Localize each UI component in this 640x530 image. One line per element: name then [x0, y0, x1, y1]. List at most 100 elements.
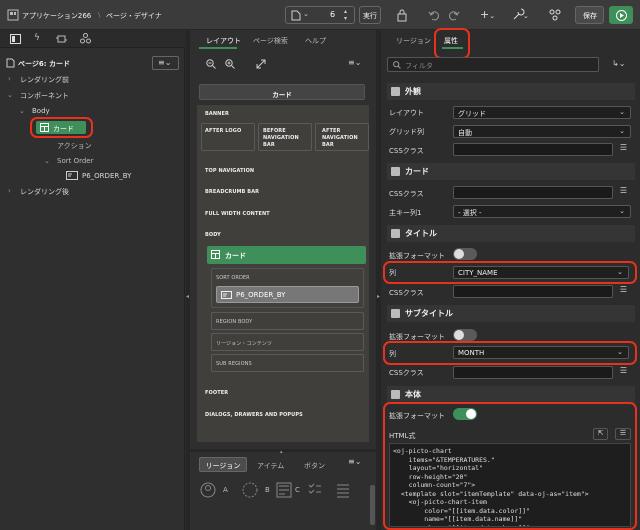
chevron-down-icon[interactable]: ⌄ — [44, 157, 50, 165]
chevron-down-icon[interactable]: ⌄ — [19, 107, 25, 115]
layout-card-region[interactable]: カード — [207, 246, 366, 264]
layout-select[interactable]: グリッド ⌄ — [453, 106, 631, 119]
region-body[interactable]: BODY — [205, 232, 221, 238]
region-full-width[interactable]: FULL WIDTH CONTENT — [205, 211, 270, 217]
tab-help[interactable]: ヘルプ — [305, 36, 326, 46]
tree-node-components[interactable]: コンポーネント — [20, 91, 69, 101]
go-to-group-icon[interactable]: ↳⌄ — [612, 59, 625, 68]
processing-icon[interactable] — [56, 34, 67, 44]
grid-columns-select[interactable]: 自動 ⌄ — [453, 125, 631, 138]
list-picker-icon[interactable]: ☰ — [616, 143, 631, 156]
region-breadcrumb[interactable]: BREADCRUMB BAR — [205, 189, 259, 195]
save-button[interactable]: 保存 — [575, 6, 604, 24]
gallery-checklist-icon[interactable] — [308, 482, 322, 498]
gallery-menu-button[interactable]: ≡⌄ — [342, 456, 369, 470]
order-by-item[interactable]: P6_ORDER_BY — [216, 286, 359, 303]
collapse-left-icon[interactable]: ◂ — [186, 293, 189, 300]
tree-node-order-by[interactable]: P6_ORDER_BY — [82, 172, 131, 180]
region-top-nav[interactable]: TOP NAVIGATION — [205, 168, 254, 174]
zoom-out-icon[interactable] — [206, 59, 216, 69]
tree-node-action[interactable]: アクション — [57, 141, 92, 151]
region-banner[interactable]: BANNER — [205, 111, 229, 117]
collapse-right-icon[interactable]: ▸ — [377, 293, 380, 300]
region-after-nav[interactable]: AFTER NAVIGATION BAR — [315, 123, 369, 151]
shared-components-icon[interactable] — [548, 8, 562, 21]
list-picker-icon[interactable]: ☰ — [616, 366, 631, 379]
list-picker-icon[interactable]: ☰ — [616, 186, 631, 199]
chevron-down-icon[interactable]: ⌄ — [7, 91, 13, 99]
layout-menu-button[interactable]: ≡⌄ — [342, 57, 369, 71]
tree-node-sort-order[interactable]: Sort Order — [57, 157, 93, 165]
play-icon — [616, 10, 627, 21]
card-css-input[interactable] — [453, 186, 613, 199]
filter-input[interactable]: フィルタ — [387, 57, 599, 72]
region-body-slot[interactable]: REGION BODY — [211, 312, 364, 330]
create-plus-icon[interactable]: +⌄ — [480, 8, 495, 21]
gallery-tab-regions[interactable]: リージョン — [199, 457, 247, 472]
title-column-select[interactable]: CITY_NAME ⌄ — [453, 266, 629, 279]
page-stepper-icon[interactable]: ▴ ▾ — [344, 8, 347, 22]
section-body[interactable]: 本体 — [387, 386, 635, 403]
expand-editor-icon[interactable]: ⇱ — [593, 428, 608, 440]
section-subtitle[interactable]: サブタイトル — [387, 305, 635, 322]
expand-icon[interactable] — [256, 59, 266, 69]
css-classes-input[interactable] — [453, 143, 613, 156]
tree-node-body[interactable]: Body — [32, 107, 50, 115]
subtitle-advanced-toggle[interactable] — [453, 329, 477, 341]
rendering-tab-icon[interactable] — [10, 34, 21, 44]
tree-node-pre-render[interactable]: レンダリング前 — [20, 75, 69, 85]
region-dialogs[interactable]: DIALOGS, DRAWERS AND POPUPS — [205, 412, 303, 418]
redo-icon[interactable] — [448, 9, 460, 21]
tab-page-search[interactable]: ページ検索 — [253, 36, 288, 46]
list-picker-icon[interactable]: ☰ — [616, 285, 631, 298]
page-number-field[interactable]: ⌄ 6 ▴ ▾ — [285, 6, 355, 24]
subtitle-column-select[interactable]: MONTH ⌄ — [453, 346, 629, 359]
gallery-region-a[interactable] — [200, 482, 216, 498]
utilities-wrench-icon[interactable]: ⌄ — [512, 8, 530, 21]
section-card[interactable]: カード — [387, 163, 635, 180]
title-css-input[interactable] — [453, 285, 613, 298]
gallery-tab-buttons[interactable]: ボタン — [304, 461, 325, 471]
tree-node-card[interactable]: カード — [36, 121, 86, 134]
gallery-region-c[interactable] — [276, 482, 292, 498]
gallery-tab-items[interactable]: アイテム — [257, 461, 284, 471]
chevron-right-icon[interactable]: › — [8, 75, 11, 83]
gallery-splitter[interactable] — [190, 449, 376, 452]
shared-components-tab-icon[interactable] — [80, 33, 91, 44]
gallery-list-icon[interactable] — [336, 482, 350, 498]
body-advanced-toggle[interactable] — [453, 408, 477, 420]
code-menu-icon[interactable]: ☰ — [615, 428, 631, 440]
tree-node-post-render[interactable]: レンダリング後 — [20, 187, 69, 197]
card-breadcrumb-button[interactable]: カード — [199, 84, 365, 100]
zoom-in-icon[interactable] — [225, 59, 235, 69]
page-node-title[interactable]: ページ6: カード — [18, 59, 70, 69]
subtitle-css-input[interactable] — [453, 366, 613, 379]
app-home-icon[interactable] — [7, 9, 19, 21]
tab-region[interactable]: リージョン — [396, 36, 431, 46]
undo-icon[interactable] — [428, 9, 440, 21]
run-button[interactable]: 実行 — [359, 6, 381, 24]
splitter-handle-icon[interactable]: ▴ — [280, 449, 283, 455]
region-after-logo[interactable]: AFTER LOGO — [201, 123, 255, 151]
region-content-slot[interactable]: リージョン・コンテンツ — [211, 333, 364, 351]
section-title[interactable]: タイトル — [387, 225, 635, 242]
region-before-nav[interactable]: BEFORE NAVIGATION BAR — [258, 123, 312, 151]
page-dropdown-icon[interactable]: ⌄ — [303, 10, 309, 18]
dynamic-actions-icon[interactable]: ϟ — [34, 33, 40, 43]
primary-key-select[interactable]: - 選択 - ⌄ — [453, 205, 631, 218]
app-title[interactable]: アプリケーション266 — [22, 11, 91, 21]
lock-icon[interactable] — [396, 9, 408, 22]
gallery-label-b: B — [265, 486, 270, 494]
sub-regions-slot[interactable]: SUB REGIONS — [211, 354, 364, 372]
gallery-scrollbar[interactable] — [370, 485, 375, 525]
section-appearance[interactable]: 外観 — [387, 83, 635, 100]
title-advanced-toggle[interactable] — [453, 248, 477, 260]
html-expression-editor[interactable]: <oj-picto-chart items="&TEMPERATURES." l… — [389, 443, 631, 527]
gallery-region-b[interactable] — [242, 482, 258, 498]
tree-menu-button[interactable]: ≡⌄ — [152, 56, 179, 70]
run-page-button[interactable] — [609, 6, 633, 24]
tab-attributes[interactable]: 属性 — [444, 36, 458, 46]
chevron-right-icon[interactable]: › — [8, 187, 11, 195]
region-footer[interactable]: FOOTER — [205, 390, 228, 396]
tab-layout[interactable]: レイアウト — [206, 36, 241, 46]
